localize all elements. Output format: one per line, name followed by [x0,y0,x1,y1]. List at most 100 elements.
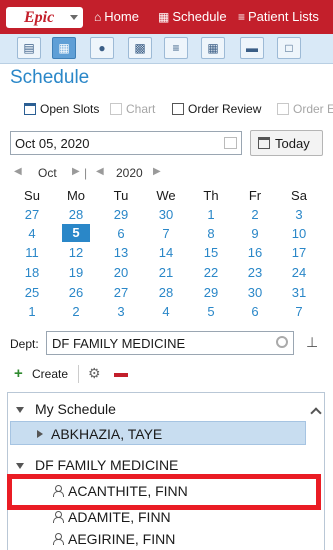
month-label[interactable]: Oct [38,166,57,180]
calendar-day[interactable]: 7 [277,303,321,321]
caret-down-icon[interactable] [16,463,24,469]
provider-name: ADAMITE, FINN [68,509,171,525]
order-entry-button[interactable]: Order E [277,102,333,116]
calendar-day[interactable]: 7 [144,225,188,243]
calendar-day[interactable]: 17 [277,244,321,262]
clipboard-icon [172,103,184,115]
epic-menu-button[interactable]: Epic [6,7,83,28]
grid-icon[interactable]: ▦ [201,37,225,59]
worklist-icon[interactable]: ≡ [164,37,188,59]
open-slots-button[interactable]: Open Slots [24,102,99,116]
calendar-day[interactable]: 10 [277,225,321,243]
patient-lists-button[interactable]: ≡ Patient Lists [238,9,319,24]
schedule-button[interactable]: ▦ Schedule [158,9,227,24]
tree-group-my-schedule[interactable]: My Schedule [8,397,308,421]
calendar-day[interactable]: 4 [144,303,188,321]
calendar-day-selected[interactable]: 5 [62,224,90,242]
calendar-day[interactable]: 4 [10,225,54,243]
calendar-day[interactable]: 1 [10,303,54,321]
calendar-day[interactable]: 24 [277,264,321,282]
date-field[interactable]: Oct 05, 2020 [10,131,242,155]
calendar-day[interactable]: 30 [233,284,277,302]
calendar-day[interactable]: 13 [99,244,143,262]
search-icon[interactable] [276,336,288,348]
home-button[interactable]: ⌂ Home [94,9,139,24]
calendar-day[interactable]: 12 [54,244,98,262]
next-year-icon[interactable]: ▶ [153,166,161,177]
tree-group-label: DF FAMILY MEDICINE [35,457,179,473]
chart-button[interactable]: Chart [110,102,155,116]
caret-right-icon[interactable] [37,430,43,438]
calendar-day[interactable]: 29 [99,206,143,224]
list-icon: ≡ [238,10,246,24]
provider-name: AEGIRINE, FINN [68,531,176,547]
calendar-day[interactable]: 3 [99,303,143,321]
highlight-box [7,474,321,510]
previous-year-icon[interactable]: ◀ [96,166,104,177]
year-label[interactable]: 2020 [116,166,143,180]
tree-item-label: ABKHAZIA, TAYE [51,426,163,442]
chat-icon[interactable]: □ [277,37,301,59]
calendar-icon[interactable] [224,137,237,149]
calendar-day[interactable]: 22 [189,264,233,282]
tree-group-label: My Schedule [35,401,116,417]
plus-icon[interactable]: + [14,365,23,382]
person-icon [52,533,64,545]
calendar-day[interactable]: 3 [277,206,321,224]
chart-review-icon[interactable]: ▤ [17,37,41,59]
calendar-day[interactable]: 31 [277,284,321,302]
dept-label: Dept: [10,337,39,351]
calendar-day[interactable]: 21 [144,264,188,282]
scroll-up-icon[interactable] [310,407,322,419]
calendar-day[interactable]: 6 [233,303,277,321]
previous-month-icon[interactable]: ◀ [14,166,22,177]
dept-input[interactable]: DF FAMILY MEDICINE [46,331,294,355]
caret-down-icon[interactable] [16,407,24,413]
schedule-calendar-icon[interactable]: ▦ [52,37,76,59]
remove-icon[interactable] [114,373,128,377]
patient-lists-label: Patient Lists [248,9,319,24]
calendar-day[interactable]: 15 [189,244,233,262]
inbox-icon[interactable]: ▬ [240,37,264,59]
create-toolbar: + Create ⚙ [0,360,333,386]
weekday-header: Mo [66,188,86,203]
calendar-day[interactable]: 5 [189,303,233,321]
today-label: Today [275,136,310,151]
calendar-day[interactable]: 23 [233,264,277,282]
calendar-day[interactable]: 25 [10,284,54,302]
order-review-button[interactable]: Order Review [172,102,261,116]
patients-icon[interactable]: ● [90,37,114,59]
create-button[interactable]: Create [32,367,68,381]
list-icon [24,103,36,115]
calendar-day[interactable]: 1 [189,206,233,224]
calendar-day[interactable]: 26 [54,284,98,302]
calendar-day[interactable]: 28 [144,284,188,302]
calendar-day[interactable]: 20 [99,264,143,282]
calendar-day[interactable]: 30 [144,206,188,224]
calendar-day[interactable]: 11 [10,244,54,262]
calendar-day[interactable]: 18 [10,264,54,282]
calendar-day[interactable]: 2 [54,303,98,321]
calendar-day[interactable]: 19 [54,264,98,282]
calendar-day[interactable]: 27 [99,284,143,302]
calendar-day[interactable]: 8 [189,225,233,243]
pin-icon[interactable]: ⊥ [306,334,318,351]
chart-label: Chart [126,102,156,116]
gear-icon[interactable]: ⚙ [88,365,101,382]
calendar-day[interactable]: 2 [233,206,277,224]
calendar-day[interactable]: 29 [189,284,233,302]
snapboard-icon[interactable]: ▩ [128,37,152,59]
tree-item-provider[interactable]: AEGIRINE, FINN [8,527,308,550]
epic-logo: Epic [24,9,55,26]
calendar-day[interactable]: 27 [10,206,54,224]
calendar-day[interactable]: 16 [233,244,277,262]
calendar-day[interactable]: 28 [54,206,98,224]
calendar-day[interactable]: 9 [233,225,277,243]
tree-item-abkhazia[interactable]: ABKHAZIA, TAYE [10,421,306,445]
next-month-icon[interactable]: ▶ [72,166,80,177]
today-button[interactable]: Today [250,130,323,156]
activity-toolbar: ▤ ▦ ● ▩ ≡ ▦ ▬ □ [0,34,333,64]
calendar-day[interactable]: 6 [99,225,143,243]
calendar-day[interactable]: 14 [144,244,188,262]
folder-icon [110,103,122,115]
